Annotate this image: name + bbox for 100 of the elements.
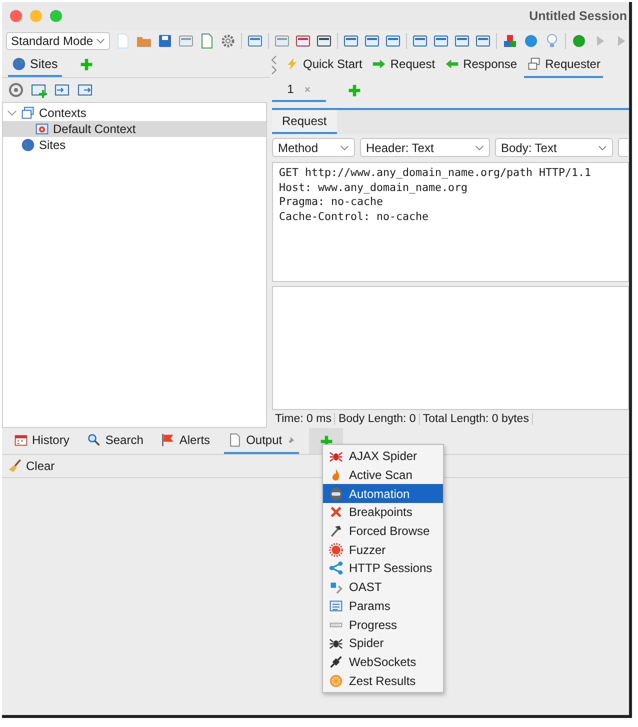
panel-tab[interactable]: Search	[83, 428, 148, 454]
menu-item[interactable]: Fuzzer	[323, 540, 443, 560]
menu-item-label: Zest Results	[349, 674, 416, 688]
panel-tab[interactable]: Output	[224, 428, 300, 454]
window-icon[interactable]	[247, 33, 264, 49]
tree-item[interactable]: Sites	[3, 137, 266, 153]
menu-item-label: OAST	[349, 580, 382, 594]
window-title: Untitled Session	[529, 9, 628, 23]
circle-icon[interactable]	[570, 33, 587, 49]
menu-item[interactable]: Breakpoints	[323, 503, 443, 522]
menu-item-label: Active Scan	[349, 468, 412, 482]
layout-icon[interactable]	[433, 33, 450, 49]
list-icon	[329, 598, 343, 613]
close-window-button[interactable]	[10, 10, 22, 22]
globe-icon	[21, 138, 35, 152]
menu-item-label: HTTP Sessions	[349, 561, 432, 576]
menu-item-label: Breakpoints	[349, 505, 412, 520]
layout-icon[interactable]	[343, 33, 360, 49]
windows-icon	[527, 57, 542, 71]
spider-icon	[329, 636, 343, 650]
close-icon[interactable]	[304, 86, 311, 92]
expand-chevron-icon[interactable]	[7, 108, 17, 118]
menu-item-label: Forced Browse	[349, 524, 430, 538]
chevron-icon	[340, 144, 349, 150]
document-icon	[228, 433, 242, 447]
citrus-slice-icon	[329, 674, 343, 688]
add-icon[interactable]	[348, 84, 361, 96]
tree-item[interactable]: Default Context	[3, 121, 266, 137]
globe-icon	[12, 56, 26, 70]
panel-tab[interactable]: History	[10, 428, 74, 454]
broom-icon	[8, 459, 22, 473]
request-line: Pragma: no-cache	[279, 195, 384, 210]
mode-dropdown[interactable]: Standard Mode	[6, 32, 110, 50]
window-icon[interactable]	[316, 33, 332, 49]
view-dropdown[interactable]: Method	[272, 138, 355, 157]
pin-icon[interactable]	[286, 436, 296, 444]
menu-item[interactable]: Zest Results	[323, 671, 443, 690]
panel-tab[interactable]: Requester	[524, 52, 604, 78]
view-dropdown[interactable]: Header: Text	[360, 138, 490, 157]
add-icon[interactable]	[80, 58, 93, 71]
sites-tab[interactable]: Sites	[8, 52, 62, 77]
menu-item[interactable]: Active Scan	[323, 466, 443, 484]
save-icon[interactable]	[157, 33, 174, 49]
starburst-icon	[329, 542, 343, 557]
cross-icon	[329, 505, 343, 520]
request-number-tab[interactable]: 1	[272, 78, 326, 102]
share-icon	[329, 561, 343, 576]
search-icon	[87, 433, 102, 447]
new-context-icon[interactable]	[31, 82, 47, 98]
layout-toggle[interactable]	[618, 138, 628, 157]
menu-item[interactable]: HTTP Sessions	[323, 559, 443, 578]
chevron-icon	[475, 144, 484, 150]
menu-item[interactable]: AJAX Spider	[323, 447, 443, 466]
menu-item[interactable]: Spider	[323, 634, 443, 653]
menu-item[interactable]: WebSockets	[323, 652, 443, 672]
chevron-icon	[598, 144, 607, 150]
request-line: GET http://www.any_domain_name.org/path HTTP/1.1	[279, 166, 592, 180]
response-editor[interactable]	[272, 286, 629, 410]
box-icon[interactable]	[178, 33, 194, 49]
plug-icon	[329, 654, 343, 669]
windows-icon	[21, 106, 35, 120]
layout-icon[interactable]	[454, 33, 470, 49]
right-arrow-icon	[372, 57, 386, 71]
status-text: Body Length: 0	[335, 413, 420, 425]
layout-icon[interactable]	[412, 33, 428, 49]
menu-item[interactable]: Progress	[323, 615, 443, 634]
clear-button[interactable]: Clear	[8, 459, 55, 473]
panel-tab[interactable]: Alerts	[157, 428, 214, 454]
import-context-icon[interactable]	[54, 82, 70, 98]
maximize-window-button[interactable]	[50, 10, 62, 22]
window-icon[interactable]	[295, 33, 312, 49]
layout-icon[interactable]	[385, 33, 402, 49]
menu-item[interactable]: Params	[323, 596, 443, 616]
request-editor[interactable]: GET http://www.any_domain_name.org/path HTTP/1.1 Host: www.any_domain_name.org Pragma: no-cache Cache-Control: no-cache	[272, 162, 629, 282]
request-tab[interactable]: Request	[272, 110, 337, 134]
menu-item-label: WebSockets	[349, 654, 416, 669]
menu-item-label: Progress	[349, 618, 398, 632]
export-context-icon[interactable]	[77, 82, 93, 98]
panel-tab[interactable]: Response	[442, 52, 520, 78]
panel-tab[interactable]: Request	[369, 52, 438, 78]
target-icon[interactable]	[8, 82, 24, 98]
layout-icon[interactable]	[364, 33, 380, 49]
tree-item[interactable]: Contexts	[3, 105, 266, 121]
status-text: Time: 0 ms	[272, 413, 336, 425]
view-dropdown[interactable]: Body: Text	[495, 138, 613, 157]
gear-icon[interactable]	[220, 33, 236, 49]
menu-item-label: Automation	[349, 486, 410, 501]
status-text: Total Length: 0 bytes	[420, 413, 533, 425]
flag-icon	[161, 433, 176, 447]
request-line: Cache-Control: no-cache	[279, 210, 430, 224]
menu-item[interactable]: Forced Browse	[323, 522, 443, 540]
menu-item[interactable]: OAST	[323, 578, 443, 596]
layout-icon[interactable]	[475, 33, 492, 49]
chevron-icon	[96, 38, 106, 44]
left-arrow-icon	[445, 57, 460, 71]
menu-item-label: Spider	[349, 636, 384, 650]
panel-tab[interactable]: Quick Start	[282, 52, 366, 78]
calendar-icon	[14, 433, 28, 447]
blocks-icon[interactable]	[502, 33, 518, 49]
menu-item[interactable]: Automation	[323, 484, 443, 504]
